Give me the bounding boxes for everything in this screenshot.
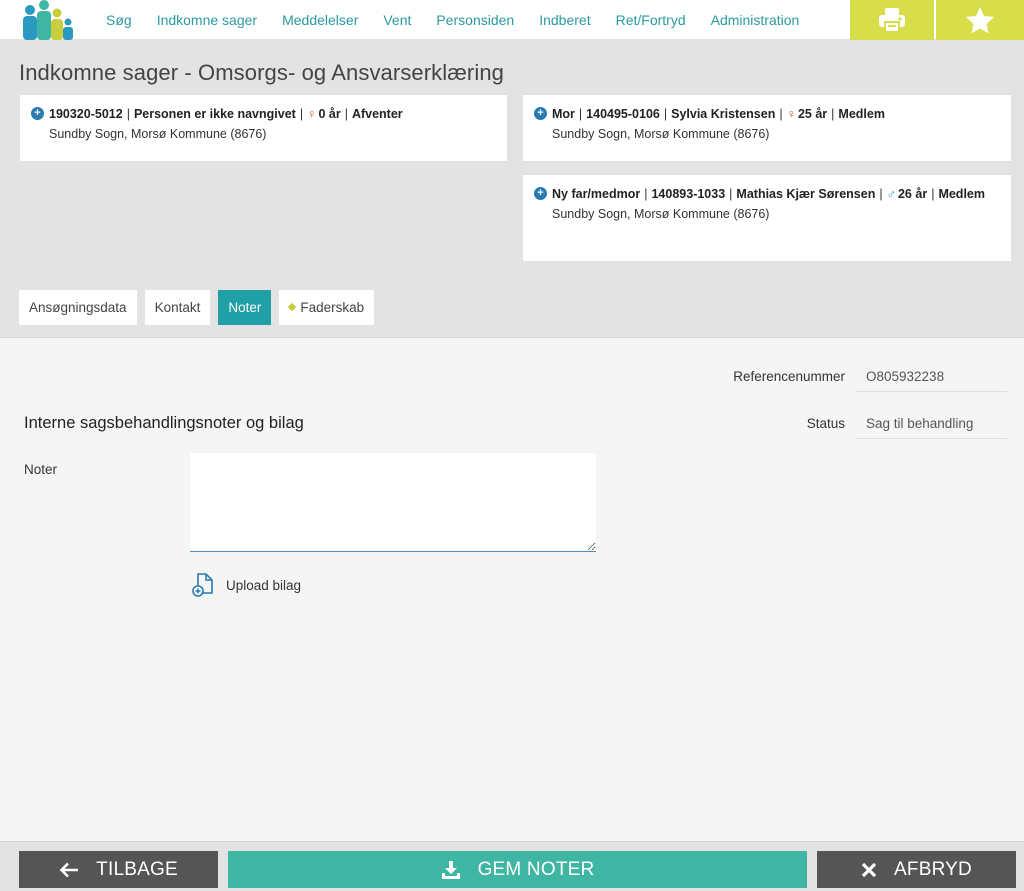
female-icon: ♀ (786, 107, 796, 121)
case-tabs: Ansøgningsdata Kontakt Noter Faderskab (19, 290, 382, 325)
section-title: Interne sagsbehandlingsnoter og bilag (24, 414, 304, 432)
person-address: Sundby Sogn, Morsø Kommune (8676) (552, 207, 770, 221)
person-address: Sundby Sogn, Morsø Kommune (8676) (552, 127, 770, 141)
person-age: 0 år (318, 107, 341, 121)
upload-attachment-button[interactable]: Upload bilag (192, 573, 301, 597)
nav-item-sog[interactable]: Søg (106, 12, 132, 28)
diamond-icon (288, 303, 297, 312)
arrow-left-icon (59, 862, 79, 877)
nav-item-personsiden[interactable]: Personsiden (436, 12, 514, 28)
nav-item-meddelelser[interactable]: Meddelelser (282, 12, 358, 28)
download-icon (441, 860, 460, 879)
notes-textarea[interactable] (190, 453, 596, 552)
person-role: Ny far/medmor (552, 187, 641, 201)
close-icon (861, 862, 877, 877)
status-value: Sag til behandling (855, 407, 1007, 439)
tab-noter[interactable]: Noter (218, 290, 272, 325)
main-menu: Søg Indkomne sager Meddelelser Vent Pers… (106, 0, 824, 40)
nav-item-administration[interactable]: Administration (711, 12, 800, 28)
tab-ansogningsdata[interactable]: Ansøgningsdata (19, 290, 137, 325)
upload-label: Upload bilag (226, 577, 302, 593)
tab-faderskab[interactable]: Faderskab (279, 290, 375, 325)
cancel-button[interactable]: AFBRYD (817, 851, 1016, 888)
print-icon (879, 8, 905, 33)
nav-item-indkomne-sager[interactable]: Indkomne sager (157, 12, 257, 28)
female-icon: ♀ (307, 107, 317, 121)
top-navigation: Søg Indkomne sager Meddelelser Vent Pers… (0, 0, 1024, 40)
star-icon (966, 7, 994, 34)
person-name: Personen er ikke navngivet (133, 107, 296, 121)
nav-item-ret-fortryd[interactable]: Ret/Fortryd (616, 12, 686, 28)
person-age: 25 år (797, 107, 828, 121)
male-icon: ♂ (886, 187, 896, 201)
nav-item-vent[interactable]: Vent (383, 12, 411, 28)
person-status: Medlem (838, 107, 885, 121)
print-button[interactable] (850, 0, 934, 40)
app-logo[interactable] (18, 0, 76, 40)
expand-plus-icon[interactable]: + (534, 187, 547, 200)
tab-faderskab-label: Faderskab (300, 300, 365, 315)
person-cpr: 140893-1033 (651, 187, 726, 201)
save-notes-button[interactable]: GEM NOTER (228, 851, 807, 888)
notes-panel: Referencenummer O805932238 Status Sag ti… (0, 339, 1024, 841)
file-add-icon (192, 573, 213, 597)
status-label: Status (806, 416, 845, 431)
back-button-label: TILBAGE (96, 858, 178, 880)
case-header: Indkomne sager - Omsorgs- og Ansvarserkl… (0, 40, 1024, 338)
person-card-child: + 190320-5012 | Personen er ikke navngivet… (20, 95, 507, 161)
page-title: Indkomne sager - Omsorgs- og Ansvarserkl… (19, 60, 505, 85)
person-cpr: 190320-5012 (49, 107, 123, 121)
person-status: Medlem (938, 187, 985, 201)
back-button[interactable]: TILBAGE (19, 851, 218, 888)
person-card-mother: + Mor | 140495-0106 | Sylvia Kristensen | ♀ 25 … (523, 95, 1011, 161)
person-status: Afventer (351, 107, 403, 121)
reference-label: Referencenummer (733, 369, 845, 384)
notes-label: Noter (24, 462, 58, 477)
action-bar: TILBAGE GEM NOTER AFBRYD (0, 841, 1024, 891)
person-role: Mor (552, 107, 575, 121)
cancel-button-label: AFBRYD (894, 858, 972, 880)
nav-item-indberet[interactable]: Indberet (539, 12, 590, 28)
expand-plus-icon[interactable]: + (31, 107, 44, 120)
save-button-label: GEM NOTER (477, 858, 595, 880)
person-address: Sundby Sogn, Morsø Kommune (8676) (49, 127, 267, 141)
person-name: Mathias Kjær Sørensen (736, 187, 876, 201)
person-card-father: + Ny far/medmor | 140893-1033 | Mathias Kjær… (523, 175, 1011, 261)
person-name: Sylvia Kristensen (671, 107, 776, 121)
tab-kontakt[interactable]: Kontakt (144, 290, 211, 325)
person-cpr: 140495-0106 (586, 107, 660, 121)
reference-value: O805932238 (855, 360, 1007, 392)
favorite-button[interactable] (936, 0, 1024, 40)
expand-plus-icon[interactable]: + (534, 107, 547, 120)
person-age: 26 år (897, 187, 928, 201)
